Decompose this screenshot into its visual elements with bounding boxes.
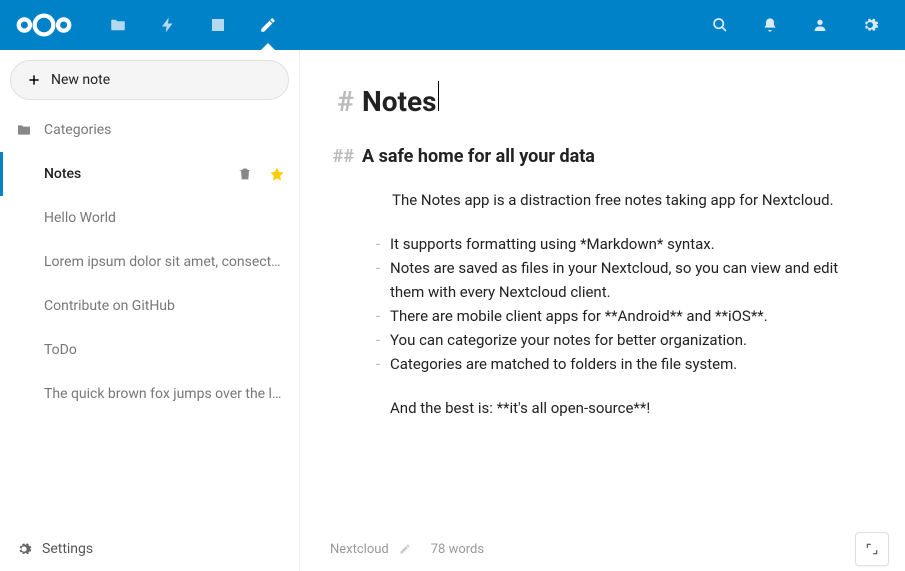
list-item: -You can categorize your notes for bette… — [376, 328, 875, 352]
search-button[interactable] — [695, 0, 745, 50]
note-item[interactable]: The quick brown fox jumps over the loazy… — [0, 372, 299, 416]
search-icon — [712, 17, 728, 33]
edit-category-button[interactable] — [399, 543, 411, 555]
markdown-list-marker: - — [376, 256, 390, 304]
note-title: The quick brown fox jumps over the loazy… — [44, 386, 285, 402]
content-area: # Notes ## A safe home for all your data… — [300, 50, 905, 571]
plus-icon — [27, 73, 41, 87]
topbar-right — [695, 0, 895, 50]
note-title: Contribute on GitHub — [44, 298, 285, 314]
note-editor[interactable]: # Notes ## A safe home for all your data… — [300, 50, 905, 531]
list-item: -Notes are saved as files in your Nextcl… — [376, 256, 875, 304]
word-count: 78 words — [431, 542, 484, 557]
contacts-button[interactable] — [795, 0, 845, 50]
text-cursor — [438, 81, 439, 111]
markdown-h1-marker: # — [336, 80, 354, 125]
pencil-icon — [399, 543, 411, 555]
gallery-app[interactable] — [193, 0, 243, 50]
star-icon — [269, 166, 285, 182]
note-title: ToDo — [44, 342, 285, 358]
note-title: Notes — [44, 166, 229, 182]
folder-icon — [16, 122, 40, 138]
activity-app[interactable] — [143, 0, 193, 50]
bell-icon — [762, 17, 778, 33]
note-item[interactable]: ToDo — [0, 328, 299, 372]
list-item: -There are mobile client apps for **Andr… — [376, 304, 875, 328]
list-item: -Categories are matched to folders in th… — [376, 352, 875, 376]
person-icon — [812, 17, 828, 33]
edit-icon — [259, 16, 277, 34]
files-app[interactable] — [93, 0, 143, 50]
note-title-h1: # Notes — [362, 80, 875, 125]
note-title: Lorem ipsum dolor sit amet, consectetur … — [44, 254, 285, 270]
nextcloud-logo-icon — [15, 10, 73, 40]
note-item[interactable]: Notes — [0, 152, 299, 196]
markdown-list-marker: - — [376, 304, 390, 328]
note-subtitle-h2: ## A safe home for all your data — [362, 143, 875, 172]
note-item[interactable]: Lorem ipsum dolor sit amet, consectetur … — [0, 240, 299, 284]
markdown-list-marker: - — [376, 328, 390, 352]
categories-item[interactable]: Categories — [0, 108, 299, 152]
bolt-icon — [159, 16, 177, 34]
new-note-button[interactable]: New note — [10, 60, 289, 100]
notes-app[interactable] — [243, 0, 293, 50]
markdown-list-marker: - — [376, 232, 390, 256]
status-bar: Nextcloud 78 words — [300, 531, 905, 571]
note-title: Hello World — [44, 210, 285, 226]
markdown-h2-marker: ## — [322, 143, 354, 172]
outro-paragraph: And the best is: **it's all open-source*… — [390, 396, 875, 420]
fullscreen-button[interactable] — [855, 532, 889, 566]
gear-icon — [861, 16, 879, 34]
new-note-label: New note — [51, 72, 110, 88]
note-item[interactable]: Contribute on GitHub — [0, 284, 299, 328]
picture-icon — [209, 16, 227, 34]
fullscreen-icon — [865, 542, 879, 556]
settings-label: Settings — [42, 541, 93, 557]
folder-icon — [109, 16, 127, 34]
gear-icon — [16, 541, 32, 557]
settings-button[interactable] — [845, 0, 895, 50]
list-item: -It supports formatting using *Markdown*… — [376, 232, 875, 256]
markdown-list-marker: - — [376, 352, 390, 376]
sidebar: New note Categories Notes — [0, 50, 300, 571]
sidebar-settings-button[interactable]: Settings — [0, 527, 299, 571]
app-nav — [93, 0, 293, 50]
delete-note-button[interactable] — [237, 166, 253, 182]
app-logo[interactable] — [15, 10, 73, 40]
bullet-list: -It supports formatting using *Markdown*… — [376, 232, 875, 376]
notifications-button[interactable] — [745, 0, 795, 50]
intro-paragraph: The Notes app is a distraction free note… — [392, 188, 875, 212]
note-item[interactable]: Hello World — [0, 196, 299, 240]
top-bar — [0, 0, 905, 50]
main-area: New note Categories Notes — [0, 50, 905, 571]
favorite-button[interactable] — [269, 166, 285, 182]
nav-list: Categories Notes Hello World Lorem ipsum… — [0, 108, 299, 527]
note-category[interactable]: Nextcloud — [330, 542, 389, 557]
categories-label: Categories — [44, 122, 285, 138]
trash-icon — [237, 166, 253, 182]
